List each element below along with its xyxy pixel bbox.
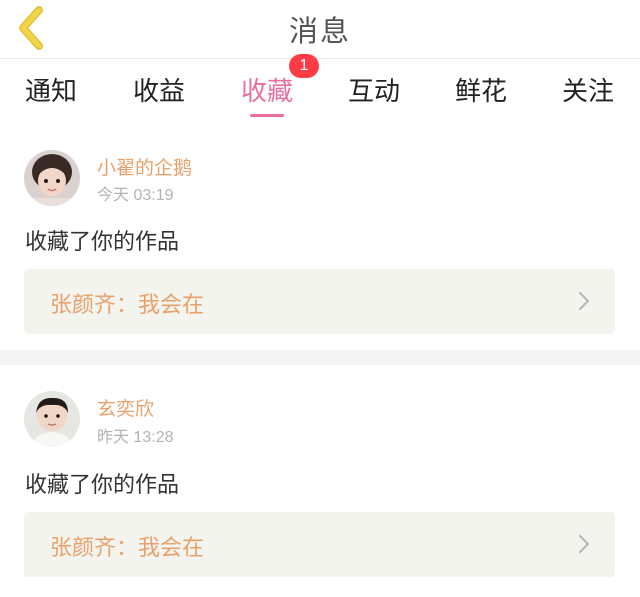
work-title: 张颜齐：我会在 (50, 536, 205, 561)
list-item: 小翟的企鹅 今天 03:19 收藏了你的作品 张颜齐：我会在 (0, 125, 640, 350)
username[interactable]: 玄奕欣 (97, 394, 154, 421)
tab-label: 互动 (347, 77, 400, 107)
timestamp: 昨天 13:28 (97, 429, 174, 446)
work-link[interactable]: 张颜齐：我会在 (24, 512, 615, 577)
chevron-right-icon (578, 534, 590, 554)
tab-label: 收藏 1 (240, 54, 319, 108)
tab-favorites[interactable]: 收藏 1 (222, 54, 319, 117)
list-item: 玄奕欣 昨天 13:28 收藏了你的作品 张颜齐：我会在 (0, 365, 640, 597)
tab-label: 关注 (561, 77, 614, 107)
user-avatar-image (24, 150, 80, 206)
chevron-right-icon (578, 291, 590, 311)
timestamp: 今天 03:19 (97, 187, 174, 204)
tab-bar: 通知 收益 收藏 1 互动 鲜花 关注 (0, 54, 640, 125)
action-text: 收藏了你的作品 (25, 230, 180, 255)
active-tab-indicator (250, 114, 284, 117)
tab-label-text: 收藏 (240, 77, 293, 107)
action-text: 收藏了你的作品 (25, 473, 180, 498)
unread-badge: 1 (289, 54, 319, 78)
tab-label: 通知 (24, 77, 77, 107)
section-divider (0, 350, 640, 365)
avatar[interactable] (24, 391, 80, 447)
tab-label: 鲜花 (454, 77, 507, 107)
navigation-bar: 消息 (0, 0, 640, 59)
tab-label: 收益 (132, 77, 185, 107)
work-title: 张颜齐：我会在 (50, 293, 205, 318)
tab-notifications[interactable]: 通知 (6, 71, 96, 117)
tab-earnings[interactable]: 收益 (114, 71, 204, 117)
tab-following[interactable]: 关注 (543, 71, 633, 117)
tab-interactions[interactable]: 互动 (329, 71, 419, 117)
user-avatar-image (24, 391, 80, 447)
username[interactable]: 小翟的企鹅 (97, 153, 192, 180)
tab-flowers[interactable]: 鲜花 (436, 71, 526, 117)
avatar[interactable] (24, 150, 80, 206)
page-title: 消息 (288, 14, 351, 48)
work-link[interactable]: 张颜齐：我会在 (24, 269, 615, 334)
